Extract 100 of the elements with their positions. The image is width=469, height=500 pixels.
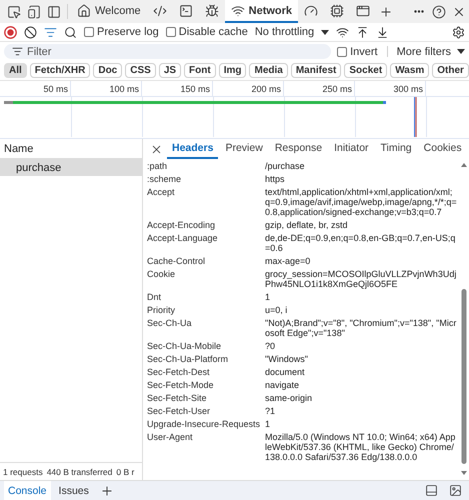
details-tab[interactable]: Response <box>270 139 328 159</box>
header-value: 1 <box>265 418 272 428</box>
header-name: Upgrade-Insecure-Requests <box>147 418 262 428</box>
plus-icon <box>379 4 394 18</box>
clear-icon <box>24 26 37 38</box>
header-name: Sec-Ch-Ua <box>147 318 193 330</box>
tick-label: 250 ms <box>284 81 355 96</box>
type-filter-chip[interactable]: JS <box>158 63 182 78</box>
type-filter-chip[interactable]: Socket <box>344 63 388 78</box>
request-row[interactable]: purchase <box>0 159 142 176</box>
devtools-tab[interactable]: Network <box>224 0 298 23</box>
plus-icon <box>100 484 114 498</box>
type-filter-chip[interactable]: Img <box>218 63 246 78</box>
search-icon <box>64 26 77 38</box>
tick-label: 50 ms <box>0 81 71 96</box>
header-value: "Not)A;Brand";v="8", "Chromium";v="138", "Microsoft Edge";v="138" <box>265 318 458 338</box>
gauge-icon <box>304 4 318 18</box>
caret-icon <box>457 49 465 54</box>
header-name: Accept-Language <box>147 232 219 245</box>
type-filter-chip[interactable]: Doc <box>93 63 122 78</box>
drawer-tab[interactable]: Console <box>4 481 51 500</box>
devices-icon <box>27 4 41 18</box>
disable-cache-checkbox[interactable]: Disable cache <box>166 26 248 38</box>
type-filter-chip[interactable]: Media <box>249 63 288 78</box>
window-icon <box>356 4 370 18</box>
header-name: Sec-Ch-Ua-Mobile <box>147 340 222 350</box>
terminal-icon <box>178 4 193 18</box>
ellipsis-icon <box>414 10 424 13</box>
header-name: Cache-Control <box>147 256 206 266</box>
header-name: Priority <box>147 304 176 314</box>
record-button[interactable] <box>4 26 17 38</box>
details-tab[interactable]: Headers <box>167 139 218 159</box>
upload-icon <box>356 26 370 38</box>
tick-label: 300 ms <box>355 81 426 96</box>
preserve-log-checkbox[interactable]: Preserve log <box>84 26 159 38</box>
tick-label: 100 ms <box>71 81 142 96</box>
bug-icon <box>204 4 219 18</box>
wifi-icon <box>336 26 350 38</box>
header-value: u=0, i <box>265 304 288 314</box>
details-tab[interactable]: Timing <box>376 139 417 159</box>
details-tab[interactable]: Preview <box>220 139 268 159</box>
header-name: :scheme <box>147 174 182 184</box>
invert-checkbox[interactable]: Invert <box>337 46 378 58</box>
download-icon <box>376 26 390 38</box>
panel-icon <box>424 484 438 497</box>
panel-icon <box>47 4 61 18</box>
header-name: Sec-Fetch-User <box>147 406 212 416</box>
details-tab[interactable]: Initiator <box>329 139 374 159</box>
type-filter-chip[interactable]: CSS <box>125 63 156 78</box>
header-name: Sec-Fetch-Mode <box>147 380 215 390</box>
header-value: ?1 <box>265 406 276 416</box>
filter-icon <box>44 26 57 38</box>
filter-icon <box>12 46 23 57</box>
header-name: Cookie <box>147 268 176 280</box>
header-value: /purchase <box>265 160 306 170</box>
header-name: Accept-Encoding <box>147 220 216 230</box>
header-value: 1 <box>265 292 272 302</box>
header-value: navigate <box>265 380 300 390</box>
code-icon <box>152 4 167 18</box>
header-value: ?0 <box>265 340 276 350</box>
header-name: :path <box>147 160 168 170</box>
status-text: 440 B transferred <box>46 466 112 476</box>
header-value: document <box>265 366 306 376</box>
header-name: User-Agent <box>147 432 194 444</box>
header-name: Sec-Fetch-Site <box>147 392 208 402</box>
drawer-tab[interactable]: Issues <box>54 481 93 500</box>
header-value: text/html,application/xhtml+xml,application/xml;q=0.9,image/avif,image/webp,image/apng,*/*;q=0.8,application/signed-exchange;v=b3;q=0.7 <box>265 186 458 216</box>
header-name: Sec-Ch-Ua-Platform <box>147 354 230 364</box>
header-value: "Windows" <box>265 354 309 364</box>
tick-label: 150 ms <box>142 81 213 96</box>
image-icon <box>448 484 462 497</box>
details-tab[interactable]: Cookies <box>418 139 467 159</box>
help-icon <box>432 4 446 18</box>
type-filter-chip[interactable]: Wasm <box>390 63 430 78</box>
header-name: Sec-Fetch-Dest <box>147 366 211 376</box>
type-filter-chip[interactable]: Other <box>432 63 469 78</box>
devtools-tab[interactable]: Welcome <box>71 0 147 23</box>
pointer-icon <box>7 4 21 18</box>
header-value: de,de-DE;q=0.9,en;q=0.8,en-GB;q=0.7,en-US;q=0.6 <box>265 232 456 252</box>
type-filter-chip[interactable]: Manifest <box>290 63 342 78</box>
filter-field[interactable]: Filter <box>4 44 332 59</box>
settings-icon <box>452 26 465 38</box>
tick-label: 200 ms <box>213 81 284 96</box>
type-filter-chip[interactable]: Font <box>184 63 216 78</box>
status-text: 1 requests <box>3 466 43 476</box>
type-filter-chip[interactable]: Fetch/XHR <box>30 63 90 78</box>
more-filters-dropdown[interactable]: More filters <box>396 46 451 58</box>
header-value: same-origin <box>265 392 314 402</box>
header-value: https <box>265 174 286 184</box>
caret-icon <box>321 30 330 34</box>
chip-icon <box>330 4 344 18</box>
type-filter-chip[interactable]: All <box>4 63 27 78</box>
header-name: Accept <box>147 186 176 199</box>
header-value: grocy_session=MCOSOIlpGluVLLZPvjnWh3UdjPhw45NLO1i1k8XmGeQjl6O5FE <box>265 268 458 288</box>
header-value: Mozilla/5.0 (Windows NT 10.0; Win64; x64) AppleWebKit/537.36 (KHTML, like Gecko) Chrome/138.0.0.0 Safari/537.36 Edg/138.0.0.0 <box>265 432 456 462</box>
status-text: 0 B r <box>116 466 134 476</box>
throttling-dropdown[interactable]: No throttling <box>254 26 314 38</box>
header-value: max-age=0 <box>265 256 312 266</box>
header-name: Dnt <box>147 292 162 302</box>
header-value: gzip, deflate, br, zstd <box>265 220 349 230</box>
